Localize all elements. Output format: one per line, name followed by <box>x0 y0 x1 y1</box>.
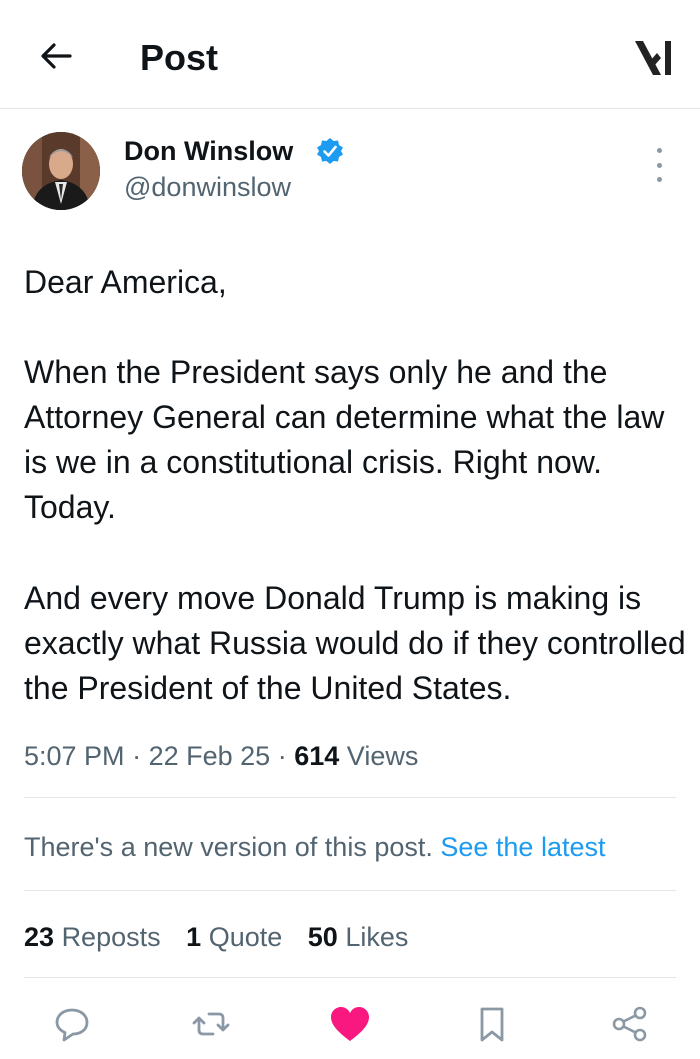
post-stats: 23 Reposts 1 Quote 50 Likes <box>24 920 426 954</box>
bookmark-button[interactable] <box>468 1000 516 1048</box>
avatar-portrait-icon <box>22 132 100 210</box>
share-button[interactable] <box>606 1000 654 1048</box>
avatar[interactable] <box>22 132 100 210</box>
author-handle[interactable]: @donwinslow <box>124 170 291 204</box>
post-date[interactable]: 22 Feb 25 <box>149 741 271 771</box>
author-name[interactable]: Don Winslow <box>124 134 293 168</box>
reposts-count: 23 <box>24 922 55 952</box>
new-version-notice: There's a new version of this post. See … <box>24 830 606 864</box>
more-dot-icon <box>656 177 662 182</box>
arrow-left-icon <box>41 43 72 69</box>
meta-separator: · <box>277 741 287 771</box>
likes-stat[interactable]: 50 Likes <box>308 920 409 954</box>
likes-count: 50 <box>307 922 338 952</box>
views-count: 614 <box>294 741 340 771</box>
post-text-paragraph: Dear America, <box>24 264 227 300</box>
post-text-paragraph: And every move Donald Trump is making is… <box>24 580 686 706</box>
page-title: Post <box>140 37 219 78</box>
quotes-count: 1 <box>186 922 202 952</box>
likes-label: Likes <box>345 922 409 952</box>
see-latest-link[interactable]: See the latest <box>440 832 605 862</box>
header-bar: Post <box>0 0 700 109</box>
back-button[interactable] <box>36 36 76 76</box>
divider <box>24 977 676 978</box>
like-icon <box>331 1007 369 1041</box>
reposts-stat[interactable]: 23 Reposts <box>24 920 161 954</box>
post-metadata: 5:07 PM · 22 Feb 25 · 614 Views <box>24 738 418 774</box>
quotes-stat[interactable]: 1 Quote <box>186 920 282 954</box>
divider <box>24 797 676 798</box>
notice-text: There's a new version of this post. <box>24 832 433 862</box>
more-options-button[interactable] <box>646 148 672 182</box>
like-button[interactable] <box>326 1000 374 1048</box>
reposts-label: Reposts <box>61 922 161 952</box>
x-logo-icon <box>635 41 671 75</box>
post-time[interactable]: 5:07 PM <box>24 741 125 771</box>
reply-button[interactable] <box>48 1000 96 1048</box>
divider <box>24 890 676 891</box>
reply-icon <box>55 1008 89 1042</box>
verified-badge-icon <box>317 138 343 164</box>
meta-separator: · <box>132 741 142 771</box>
more-dot-icon <box>656 162 662 168</box>
views-label: Views <box>346 741 419 771</box>
quotes-label: Quote <box>208 922 283 952</box>
repost-icon <box>192 1012 230 1036</box>
repost-button[interactable] <box>187 1000 235 1048</box>
post-text-paragraph: When the President says only he and the … <box>24 354 665 525</box>
more-dot-icon <box>656 148 662 153</box>
bookmark-icon <box>480 1007 504 1042</box>
share-icon <box>612 1006 647 1042</box>
